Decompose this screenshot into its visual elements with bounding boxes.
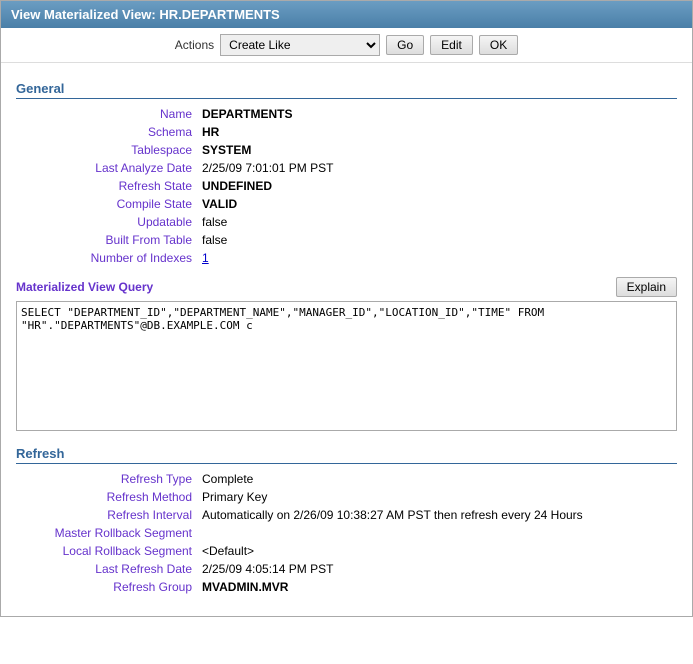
field-value-compile-state: VALID <box>196 195 677 213</box>
table-row: Refresh Interval Automatically on 2/26/0… <box>16 506 677 524</box>
query-header: Materialized View Query Explain <box>16 277 677 297</box>
page-title: View Materialized View: HR.DEPARTMENTS <box>11 7 280 22</box>
query-section-label: Materialized View Query <box>16 280 153 294</box>
field-label-last-refresh-date: Last Refresh Date <box>16 560 196 578</box>
table-row: Number of Indexes 1 <box>16 249 677 267</box>
field-value-tablespace: SYSTEM <box>196 141 677 159</box>
refresh-section-title: Refresh <box>16 446 677 464</box>
go-button[interactable]: Go <box>386 35 424 55</box>
field-value-refresh-group: MVADMIN.MVR <box>196 578 677 596</box>
field-value-local-rollback: <Default> <box>196 542 677 560</box>
field-value-num-indexes[interactable]: 1 <box>196 249 677 267</box>
field-label-name: Name <box>16 105 196 123</box>
field-label-refresh-type: Refresh Type <box>16 470 196 488</box>
table-row: Master Rollback Segment <box>16 524 677 542</box>
query-textarea[interactable]: SELECT "DEPARTMENT_ID","DEPARTMENT_NAME"… <box>16 301 677 431</box>
actions-select[interactable]: Create Like Edit Drop Compile Explain <box>220 34 380 56</box>
field-label-last-analyze: Last Analyze Date <box>16 159 196 177</box>
table-row: Compile State VALID <box>16 195 677 213</box>
field-label-schema: Schema <box>16 123 196 141</box>
table-row: Refresh Group MVADMIN.MVR <box>16 578 677 596</box>
table-row: Last Analyze Date 2/25/09 7:01:01 PM PST <box>16 159 677 177</box>
main-content: General Name DEPARTMENTS Schema HR Table… <box>1 63 692 616</box>
field-value-built-from-table: false <box>196 231 677 249</box>
ok-button[interactable]: OK <box>479 35 518 55</box>
field-value-master-rollback <box>196 524 677 542</box>
general-section-title: General <box>16 81 677 99</box>
edit-button[interactable]: Edit <box>430 35 473 55</box>
field-label-refresh-interval: Refresh Interval <box>16 506 196 524</box>
table-row: Refresh Type Complete <box>16 470 677 488</box>
table-row: Updatable false <box>16 213 677 231</box>
field-value-last-analyze: 2/25/09 7:01:01 PM PST <box>196 159 677 177</box>
actions-label: Actions <box>175 38 214 52</box>
field-value-refresh-interval: Automatically on 2/26/09 10:38:27 AM PST… <box>196 506 677 524</box>
table-row: Refresh Method Primary Key <box>16 488 677 506</box>
table-row: Name DEPARTMENTS <box>16 105 677 123</box>
table-row: Refresh State UNDEFINED <box>16 177 677 195</box>
field-label-built-from-table: Built From Table <box>16 231 196 249</box>
title-bar: View Materialized View: HR.DEPARTMENTS <box>1 1 692 28</box>
indexes-link[interactable]: 1 <box>202 251 209 265</box>
field-label-refresh-state: Refresh State <box>16 177 196 195</box>
page-wrapper: View Materialized View: HR.DEPARTMENTS A… <box>0 0 693 617</box>
table-row: Local Rollback Segment <Default> <box>16 542 677 560</box>
field-label-refresh-method: Refresh Method <box>16 488 196 506</box>
table-row: Last Refresh Date 2/25/09 4:05:14 PM PST <box>16 560 677 578</box>
query-section: Materialized View Query Explain SELECT "… <box>16 277 677 434</box>
table-row: Tablespace SYSTEM <box>16 141 677 159</box>
field-label-tablespace: Tablespace <box>16 141 196 159</box>
field-value-updatable: false <box>196 213 677 231</box>
field-label-refresh-group: Refresh Group <box>16 578 196 596</box>
field-value-refresh-method: Primary Key <box>196 488 677 506</box>
toolbar: Actions Create Like Edit Drop Compile Ex… <box>1 28 692 63</box>
field-value-refresh-state: UNDEFINED <box>196 177 677 195</box>
field-label-updatable: Updatable <box>16 213 196 231</box>
refresh-table: Refresh Type Complete Refresh Method Pri… <box>16 470 677 596</box>
field-label-compile-state: Compile State <box>16 195 196 213</box>
field-label-master-rollback: Master Rollback Segment <box>16 524 196 542</box>
field-value-name: DEPARTMENTS <box>196 105 677 123</box>
field-value-last-refresh-date: 2/25/09 4:05:14 PM PST <box>196 560 677 578</box>
field-label-num-indexes: Number of Indexes <box>16 249 196 267</box>
field-value-schema: HR <box>196 123 677 141</box>
field-label-local-rollback: Local Rollback Segment <box>16 542 196 560</box>
explain-button[interactable]: Explain <box>616 277 677 297</box>
field-value-refresh-type: Complete <box>196 470 677 488</box>
table-row: Built From Table false <box>16 231 677 249</box>
general-table: Name DEPARTMENTS Schema HR Tablespace SY… <box>16 105 677 267</box>
table-row: Schema HR <box>16 123 677 141</box>
